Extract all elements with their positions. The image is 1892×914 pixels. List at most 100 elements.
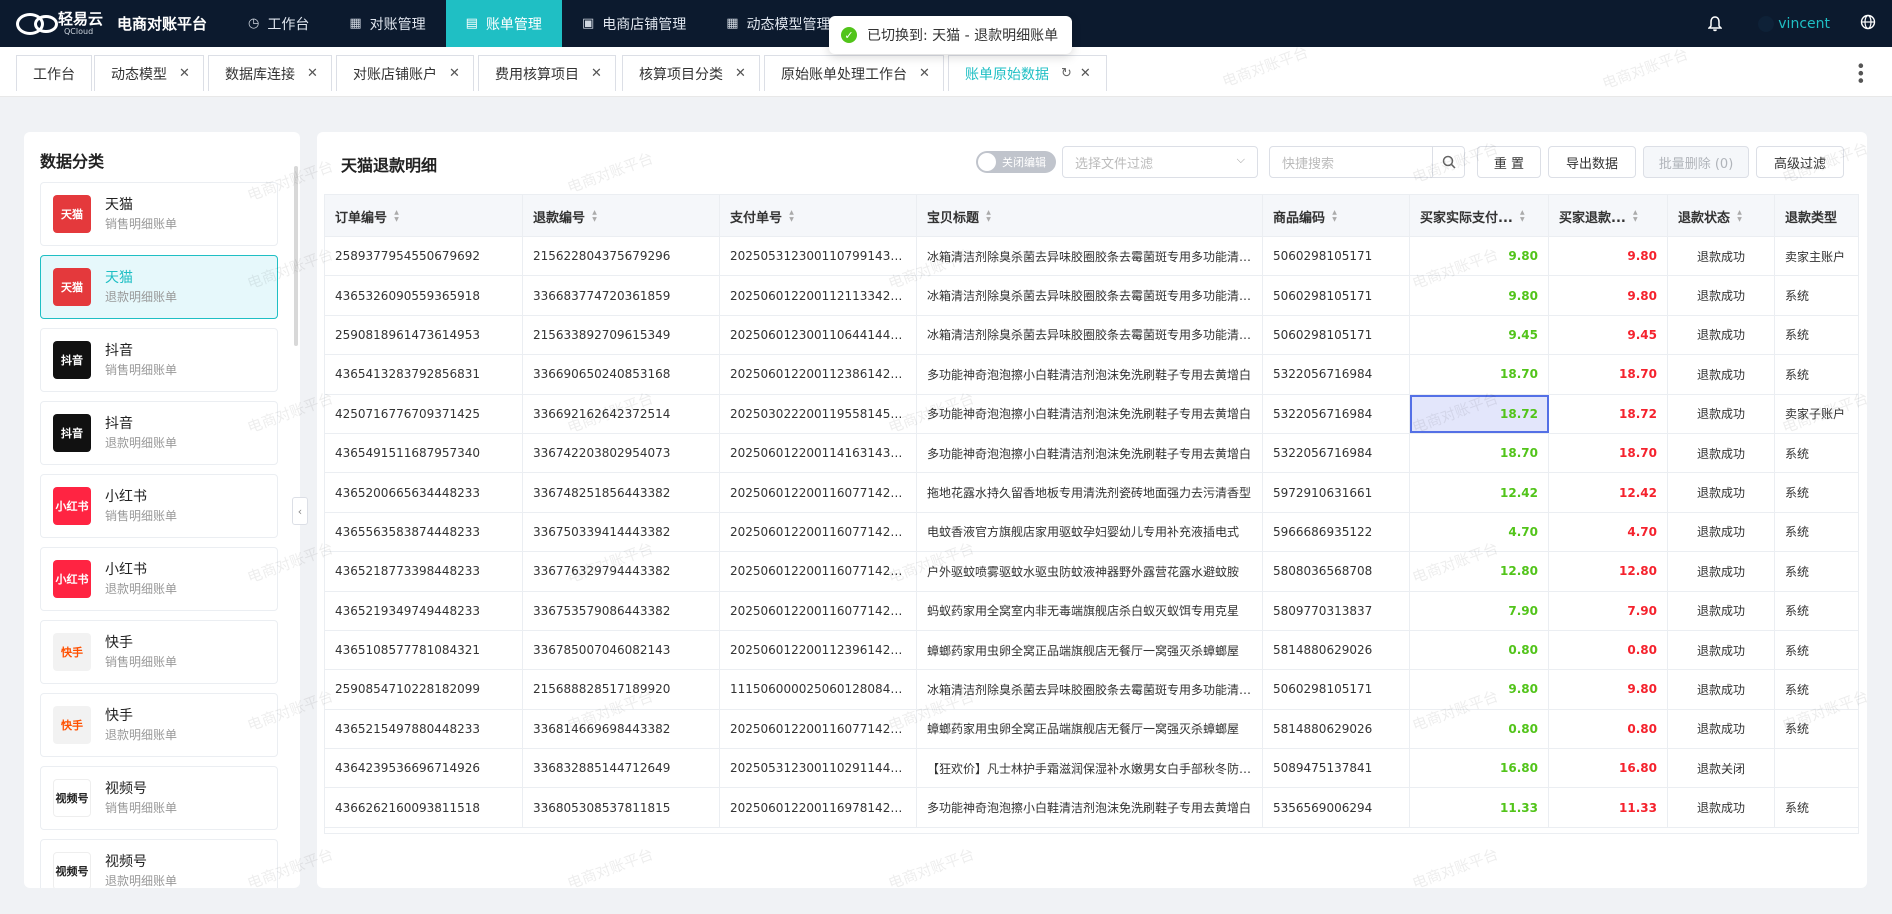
table-cell[interactable]: 18.70 <box>1410 355 1549 394</box>
column-header[interactable]: 支付单号 ▲▼ <box>720 195 917 237</box>
table-cell[interactable]: 5322056716984 <box>1263 433 1410 473</box>
table-row[interactable]: 4365215497880448233 336814669698443382 202… <box>325 709 1858 750</box>
table-cell[interactable]: 退款成功 <box>1668 276 1775 315</box>
table-cell[interactable]: 2025060122001123961427... <box>720 630 917 670</box>
table-cell[interactable]: 蟑螂药家用虫卵全窝正品端旗舰店无餐厅一窝强灭杀蟑螂屋 <box>917 630 1263 670</box>
table-cell[interactable]: 蚂蚁药家用全窝室内非无毒端旗舰店杀白蚁灭蚁饵专用克星 <box>917 591 1263 630</box>
table-cell[interactable]: 4365200665634448233 <box>325 473 523 512</box>
table-cell[interactable]: 4366262160093811518 <box>325 788 523 827</box>
nav-item-workbench[interactable]: ◷ 工作台 <box>228 0 329 47</box>
table-cell[interactable]: 蟑螂药家用虫卵全窝正品端旗舰店无餐厅一窝强灭杀蟑螂屋 <box>917 709 1263 749</box>
close-icon[interactable]: ✕ <box>307 66 321 81</box>
table-cell[interactable]: 退款成功 <box>1668 473 1775 512</box>
table-cell[interactable]: 拖地花露水持久留香地板专用清洗剂瓷砖地面强力去污清香型 <box>917 473 1263 512</box>
table-cell[interactable]: 系统 <box>1775 592 1858 630</box>
table-cell[interactable]: 冰箱清洁剂除臭杀菌去异味胶圈胶条去霉菌斑专用多功能清洗剂 <box>917 276 1263 315</box>
avatar[interactable] <box>1758 15 1775 32</box>
table-cell[interactable]: 336776329794443382 <box>523 552 720 591</box>
table-cell[interactable]: 2025060122001160771427... <box>720 552 917 591</box>
close-icon[interactable]: ✕ <box>179 66 193 81</box>
table-cell[interactable]: 16.80 <box>1410 749 1549 788</box>
table-cell[interactable]: 冰箱清洁剂除臭杀菌去异味胶圈胶条去霉菌斑专用多功能清洗剂 <box>917 670 1263 709</box>
table-cell[interactable]: 0.80 <box>1410 630 1549 670</box>
table-cell[interactable]: 336692162642372514 <box>523 394 720 433</box>
table-cell[interactable]: 9.45 <box>1549 315 1668 355</box>
nav-item-shop-management[interactable]: ▣ 电商店铺管理 <box>562 0 706 47</box>
table-cell[interactable]: 5089475137841 <box>1263 749 1410 788</box>
table-cell[interactable]: 多功能神奇泡泡擦小白鞋清洁剂泡沫免洗刷鞋子专用去黄增白 <box>917 433 1263 473</box>
table-cell[interactable]: 9.80 <box>1549 237 1668 276</box>
table-cell[interactable]: 18.72 <box>1549 394 1668 433</box>
table-row[interactable]: 4365218773398448233 336776329794443382 202… <box>325 552 1858 592</box>
table-cell[interactable]: 退款成功 <box>1668 670 1775 709</box>
table-cell[interactable]: 18.72 <box>1410 394 1549 433</box>
table-row[interactable]: 4365413283792856831 336690650240853168 202… <box>325 355 1858 395</box>
tab-workbench[interactable]: 工作台 <box>16 55 92 91</box>
table-cell[interactable]: 5060298105171 <box>1263 315 1410 355</box>
table-row[interactable]: 4250716776709371425 336692162642372514 202… <box>325 394 1858 434</box>
category-item[interactable]: 视频号 视频号 销售明细账单 <box>40 766 278 830</box>
table-cell[interactable]: 336690650240853168 <box>523 355 720 394</box>
table-cell[interactable]: 5322056716984 <box>1263 394 1410 433</box>
tab-raw-bill-workbench[interactable]: 原始账单处理工作台 ✕ <box>764 55 944 91</box>
table-row[interactable]: 4365200665634448233 336748251856443382 202… <box>325 473 1858 513</box>
table-cell[interactable]: 多功能神奇泡泡擦小白鞋清洁剂泡沫免洗刷鞋子专用去黄增白 <box>917 394 1263 433</box>
column-header[interactable]: 退款类型 <box>1775 195 1858 237</box>
table-cell[interactable]: 11.33 <box>1410 788 1549 827</box>
table-row[interactable]: 4366262160093811518 336805308537811815 202… <box>325 788 1858 828</box>
close-icon[interactable]: ✕ <box>735 66 749 81</box>
table-row[interactable]: 4365108577781084321 336785007046082143 202… <box>325 630 1858 671</box>
table-cell[interactable]: 系统 <box>1775 316 1858 354</box>
table-cell[interactable]: 4365491511687957340 <box>325 433 523 473</box>
tab-item-categories[interactable]: 核算项目分类 ✕ <box>622 55 760 91</box>
table-cell[interactable]: 5814880629026 <box>1263 630 1410 670</box>
table-cell[interactable]: 退款成功 <box>1668 709 1775 749</box>
category-item[interactable]: 快手 快手 销售明细账单 <box>40 620 278 684</box>
table-row[interactable]: 2590854710228182099 215688828517189920 111… <box>325 670 1858 710</box>
table-cell[interactable]: 2025053123001102911447... <box>720 749 917 788</box>
bell-icon[interactable] <box>1706 15 1724 33</box>
tab-shop-accounts[interactable]: 对账店铺账户 ✕ <box>336 55 474 91</box>
table-cell[interactable]: 系统 <box>1775 276 1858 314</box>
table-cell[interactable]: 系统 <box>1775 788 1858 826</box>
table-cell[interactable]: 5972910631661 <box>1263 473 1410 512</box>
table-cell[interactable]: 4364239536696714926 <box>325 749 523 788</box>
table-cell[interactable]: 退款成功 <box>1668 788 1775 827</box>
table-cell[interactable]: 4.70 <box>1549 512 1668 552</box>
table-cell[interactable]: 2590818961473614953 <box>325 315 523 355</box>
category-item[interactable]: 天猫 天猫 退款明细账单 <box>40 255 278 319</box>
table-cell[interactable]: 冰箱清洁剂除臭杀菌去异味胶圈胶条去霉菌斑专用多功能清洗剂 <box>917 315 1263 355</box>
sort-icon[interactable]: ▲▼ <box>1632 209 1639 223</box>
column-header[interactable]: 宝贝标题 ▲▼ <box>917 195 1263 237</box>
table-cell[interactable]: 退款成功 <box>1668 394 1775 433</box>
table-cell[interactable]: 336753579086443382 <box>523 591 720 630</box>
advanced-filter-button[interactable]: 高级过滤 <box>1756 146 1844 178</box>
file-filter-select[interactable]: 选择文件过滤 ⌵ <box>1062 146 1258 178</box>
table-cell[interactable]: 12.80 <box>1410 552 1549 591</box>
table-cell[interactable]: 12.42 <box>1549 473 1668 512</box>
table-cell[interactable]: 18.70 <box>1549 433 1668 473</box>
export-button[interactable]: 导出数据 <box>1548 146 1636 178</box>
table-cell[interactable]: 退款关闭 <box>1668 749 1775 788</box>
table-cell[interactable]: 12.42 <box>1410 473 1549 512</box>
table-cell[interactable]: 4.70 <box>1410 512 1549 552</box>
table-cell[interactable]: 5808036568708 <box>1263 552 1410 591</box>
table-cell[interactable]: 系统 <box>1775 513 1858 551</box>
sort-icon[interactable]: ▲▼ <box>393 209 400 223</box>
table-cell[interactable]: 4365219349749448233 <box>325 591 523 630</box>
close-icon[interactable]: ✕ <box>591 66 605 81</box>
table-cell[interactable]: 336683774720361859 <box>523 276 720 315</box>
category-item[interactable]: 快手 快手 退款明细账单 <box>40 693 278 757</box>
table-cell[interactable]: 退款成功 <box>1668 315 1775 355</box>
column-header[interactable]: 商品编码 ▲▼ <box>1263 195 1410 237</box>
table-cell[interactable]: 5814880629026 <box>1263 709 1410 749</box>
quick-search-input[interactable]: 快捷搜索 <box>1269 146 1465 178</box>
column-header[interactable]: 退款编号 ▲▼ <box>523 195 720 237</box>
table-cell[interactable]: 336748251856443382 <box>523 473 720 512</box>
table-cell[interactable]: 5356569006294 <box>1263 788 1410 827</box>
table-cell[interactable]: 退款成功 <box>1668 433 1775 473</box>
table-cell[interactable] <box>1775 749 1858 787</box>
table-cell[interactable]: 退款成功 <box>1668 355 1775 394</box>
table-row[interactable]: 4365491511687957340 336742203802954073 202… <box>325 433 1858 474</box>
edit-toggle-switch[interactable]: 关闭编辑 <box>976 151 1056 173</box>
